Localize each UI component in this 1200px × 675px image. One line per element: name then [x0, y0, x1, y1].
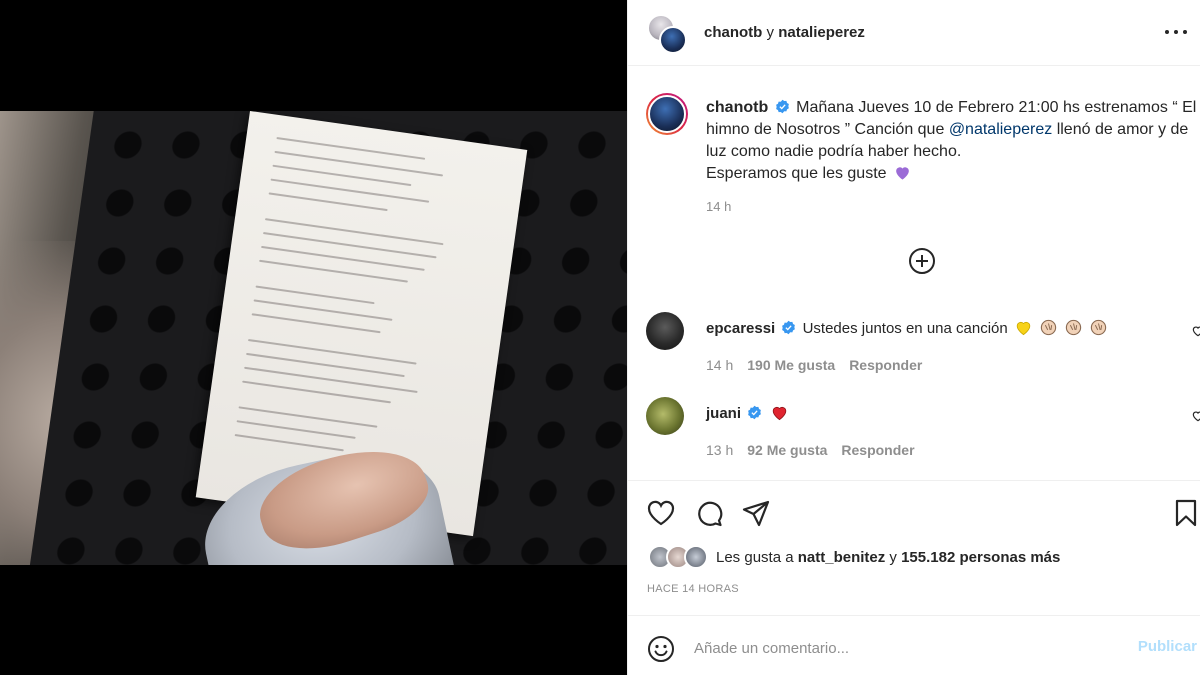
verified-icon [748, 405, 762, 420]
verified-icon [775, 99, 789, 114]
comment-item: epcaressi Ustedes juntos en una canción … [646, 312, 1200, 382]
comment-composer: Publicar [628, 615, 1200, 675]
mention-link[interactable]: @natalieperez [949, 121, 1052, 138]
liker-link[interactable]: natt_benitez [798, 549, 886, 566]
reply-button[interactable]: Responder [849, 357, 922, 373]
comment-meta: 14 h 190 Me gusta Responder [706, 357, 922, 373]
author-link[interactable]: natalieperez [778, 24, 865, 41]
smile-icon[interactable] [647, 635, 675, 663]
caption-timestamp: 14 h [706, 199, 732, 214]
bookmark-icon[interactable] [1171, 498, 1200, 528]
reply-button[interactable]: Responder [841, 442, 914, 458]
liker-avatars [648, 545, 710, 569]
comment-item: juani 13 h 92 Me gusta Responder [646, 397, 1200, 467]
comment-likes-link[interactable]: 190 Me gusta [747, 357, 835, 373]
heart-icon[interactable] [646, 498, 676, 528]
publish-button[interactable]: Publicar [1138, 638, 1197, 655]
comment-text: juani [706, 403, 789, 422]
likes-text: Les gusta a natt_benitez y 155.182 perso… [716, 548, 1061, 566]
comment-likes-link[interactable]: 92 Me gusta [747, 442, 827, 458]
avatar[interactable] [646, 397, 684, 435]
avatar[interactable] [646, 93, 688, 135]
post-timestamp[interactable]: HACE 14 HORAS [647, 583, 739, 595]
caption-username[interactable]: chanotb [706, 99, 768, 116]
add-circle-icon[interactable] [908, 247, 936, 275]
likes-count-link[interactable]: 155.182 personas más [901, 549, 1060, 566]
comment-username[interactable]: epcaressi [706, 320, 775, 337]
post-media [0, 0, 627, 675]
purple-heart-icon [896, 167, 909, 180]
clap-icon [1040, 319, 1057, 336]
clap-icon [1066, 319, 1082, 336]
post-panel: chanotb y natalieperez chanotb Mañana Ju… [627, 0, 1200, 675]
comment-text: epcaressi Ustedes juntos en una canción [706, 318, 1108, 337]
comment-meta: 13 h 92 Me gusta Responder [706, 442, 915, 458]
caption-text: chanotb Mañana Jueves 10 de Febrero 21:0… [706, 99, 1197, 182]
clap-icon [1091, 319, 1107, 336]
comment-username[interactable]: juani [706, 405, 741, 422]
collab-avatars[interactable] [647, 14, 687, 54]
comment-icon[interactable] [694, 498, 724, 528]
heart-icon[interactable] [1191, 324, 1200, 338]
post-photo[interactable] [0, 111, 627, 565]
action-bar [628, 480, 1200, 540]
comment-input[interactable] [694, 633, 1094, 663]
heart-icon[interactable] [1191, 409, 1200, 423]
share-icon[interactable] [741, 498, 771, 528]
post-header: chanotb y natalieperez [628, 0, 1200, 66]
verified-icon [782, 320, 796, 335]
red-heart-icon [773, 406, 787, 421]
comment-timestamp: 14 h [706, 357, 734, 373]
yellow-heart-icon [1016, 321, 1031, 336]
likes-summary: Les gusta a natt_benitez y 155.182 perso… [648, 544, 1060, 570]
avatar [659, 26, 687, 54]
post-authors: chanotb y natalieperez [704, 24, 865, 41]
author-link[interactable]: chanotb [704, 24, 762, 41]
more-icon[interactable] [1165, 22, 1187, 42]
avatar[interactable] [646, 312, 684, 350]
comment-timestamp: 13 h [706, 442, 734, 458]
